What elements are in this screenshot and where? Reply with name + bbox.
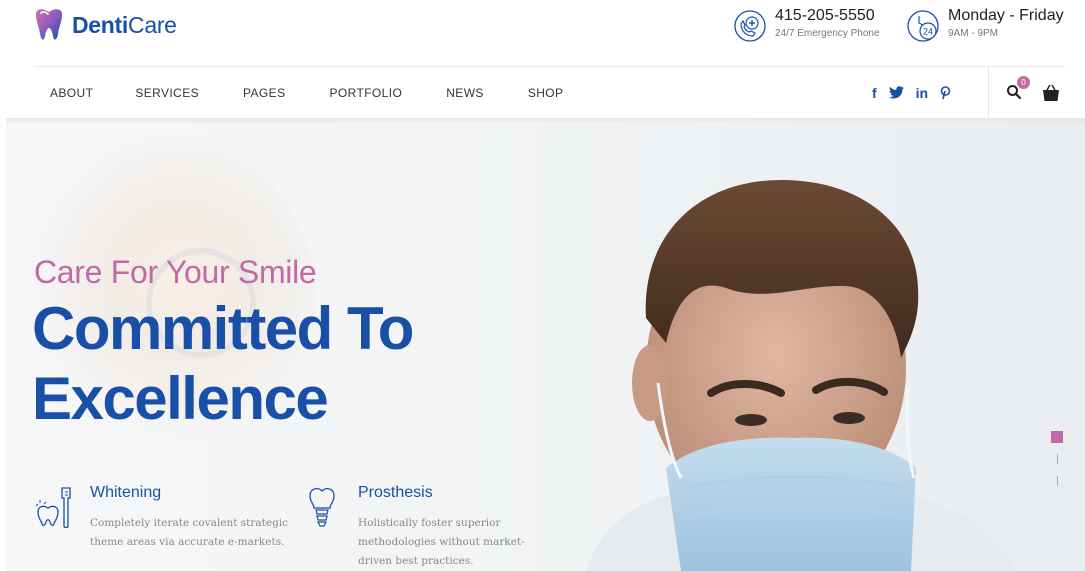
linkedin-icon[interactable]: in — [916, 86, 928, 100]
dentist-photo — [586, 179, 1016, 571]
clock-24-icon: 24 — [907, 10, 939, 42]
nav-services[interactable]: SERVICES — [135, 86, 199, 100]
phone-number[interactable]: 415-205-5550 — [775, 7, 880, 25]
main-navbar: ABOUT SERVICES PAGES PORTFOLIO NEWS SHOP… — [34, 66, 1065, 118]
slide-dot[interactable] — [1057, 454, 1058, 464]
tooth-whitening-icon — [35, 487, 71, 529]
nav-shop[interactable]: SHOP — [528, 86, 564, 100]
cart-icon[interactable] — [1040, 81, 1066, 105]
nav-divider — [988, 67, 989, 118]
slider-pagination — [1051, 428, 1065, 488]
svg-text:24: 24 — [923, 27, 933, 37]
twitter-icon[interactable] — [888, 86, 904, 99]
feature-title[interactable]: Prosthesis — [358, 484, 433, 502]
slide-dot-active[interactable] — [1051, 431, 1063, 443]
nav-pages[interactable]: PAGES — [243, 86, 285, 100]
opening-hours: 24 Monday - Friday 9AM - 9PM — [906, 7, 1064, 43]
hero-banner: Care For Your Smile Committed To Excelle… — [6, 118, 1085, 571]
feature-title[interactable]: Whitening — [90, 484, 161, 502]
nav-shadow — [6, 118, 1085, 124]
brand-logo[interactable]: DentiCare — [32, 6, 177, 44]
phone-caption: 24/7 Emergency Phone — [775, 28, 880, 39]
nav-about[interactable]: ABOUT — [50, 86, 93, 100]
main-menu: ABOUT SERVICES PAGES PORTFOLIO NEWS SHOP — [50, 67, 607, 118]
tooth-implant-icon — [309, 488, 335, 527]
social-links: f in — [872, 67, 951, 118]
hero-headline: Committed To Excellence — [32, 294, 414, 434]
nav-news[interactable]: NEWS — [446, 86, 484, 100]
facebook-icon[interactable]: f — [872, 86, 877, 100]
cart-count-badge: 0 — [1017, 76, 1030, 89]
feature-description: Holistically foster superior methodologi… — [358, 517, 525, 567]
top-header: DentiCare 415-205-5550 24/7 Emergency Ph… — [0, 0, 1085, 66]
emergency-phone[interactable]: 415-205-5550 24/7 Emergency Phone — [733, 7, 880, 43]
tooth-logo-icon — [36, 9, 62, 40]
pinterest-icon[interactable] — [940, 85, 951, 100]
feature-description: Completely iterate covalent strategic th… — [90, 517, 289, 548]
hours-time: 9AM - 9PM — [948, 28, 999, 39]
slide-dot[interactable] — [1057, 476, 1058, 486]
nav-portfolio[interactable]: PORTFOLIO — [329, 86, 402, 100]
hero-tagline: Care For Your Smile — [34, 254, 317, 290]
brand-name: DentiCare — [72, 11, 177, 38]
hero-headline-line2: Excellence — [32, 365, 329, 432]
emergency-phone-icon — [734, 10, 766, 42]
hours-days: Monday - Friday — [948, 7, 1064, 24]
hero-headline-line1: Committed To — [32, 295, 414, 362]
